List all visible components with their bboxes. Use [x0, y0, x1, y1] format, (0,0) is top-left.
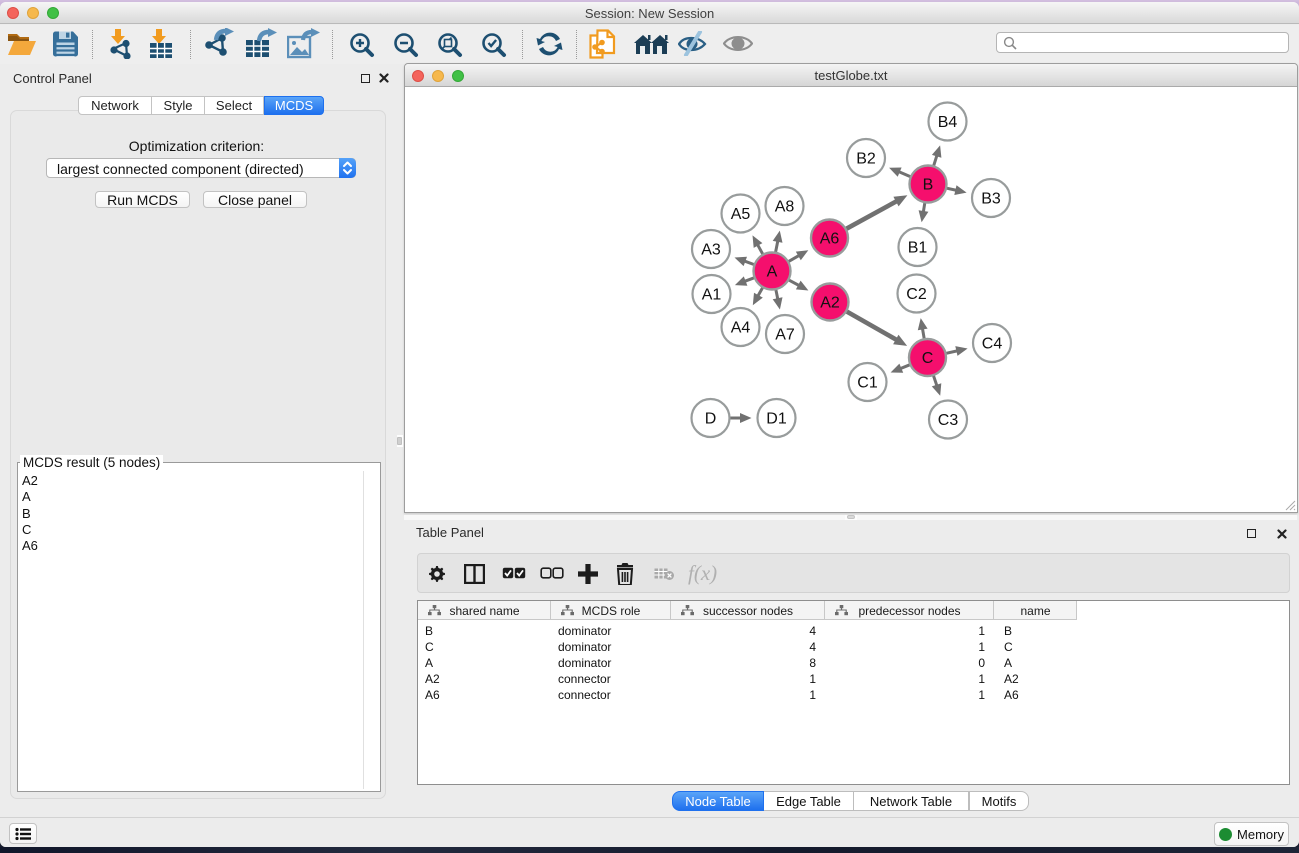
svg-text:A4: A4 — [731, 320, 751, 337]
svg-text:B3: B3 — [981, 191, 1001, 208]
svg-text:C3: C3 — [938, 412, 959, 429]
svg-text:A: A — [767, 264, 778, 281]
svg-text:B2: B2 — [856, 151, 876, 168]
svg-text:A3: A3 — [701, 242, 721, 259]
svg-text:A5: A5 — [731, 206, 751, 223]
svg-text:C1: C1 — [857, 375, 878, 392]
svg-text:A1: A1 — [702, 287, 722, 304]
svg-text:B: B — [923, 177, 934, 194]
svg-text:C2: C2 — [906, 286, 927, 303]
svg-text:B4: B4 — [938, 114, 958, 131]
svg-text:A6: A6 — [820, 231, 840, 248]
svg-text:A7: A7 — [775, 327, 795, 344]
svg-text:A8: A8 — [775, 199, 795, 216]
svg-text:D1: D1 — [766, 411, 787, 428]
svg-text:B1: B1 — [908, 240, 928, 257]
svg-text:C: C — [922, 350, 934, 367]
svg-text:A2: A2 — [820, 295, 840, 312]
svg-text:D: D — [705, 411, 717, 428]
svg-text:C4: C4 — [982, 336, 1003, 353]
